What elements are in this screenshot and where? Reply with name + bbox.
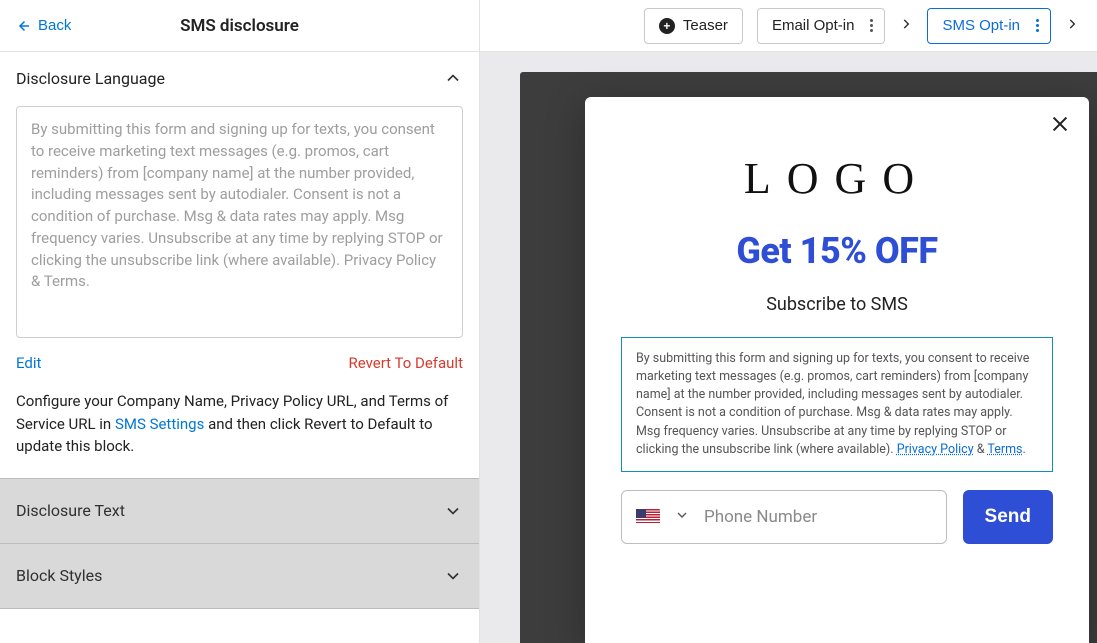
step-teaser-button[interactable]: + Teaser — [644, 8, 743, 44]
section-title: Block Styles — [16, 566, 102, 585]
step-sms-optin-button[interactable]: SMS Opt-in — [927, 8, 1051, 44]
preview-panel: + Teaser Email Opt-in SMS Opt-in LOGO — [480, 0, 1097, 643]
terms-link[interactable]: Terms — [987, 442, 1022, 457]
popup-preview: LOGO Get 15% OFF Subscribe to SMS By sub… — [585, 97, 1089, 643]
chevron-down-icon — [443, 501, 463, 521]
settings-header: Back SMS disclosure — [0, 0, 479, 52]
ampersand: & — [974, 442, 988, 457]
popup-subhead: Subscribe to SMS — [766, 294, 908, 315]
back-button[interactable]: Back — [14, 17, 71, 35]
close-icon — [1049, 113, 1071, 135]
chevron-up-icon — [443, 68, 463, 88]
helper-text: Configure your Company Name, Privacy Pol… — [16, 390, 463, 458]
disclosure-textarea[interactable] — [16, 106, 463, 338]
popup-logo: LOGO — [744, 153, 930, 204]
preview-canvas: LOGO Get 15% OFF Subscribe to SMS By sub… — [480, 52, 1097, 643]
kebab-icon[interactable] — [1030, 19, 1036, 32]
chevron-right-icon — [899, 15, 913, 36]
send-button[interactable]: Send — [963, 490, 1053, 544]
step-email-optin-button[interactable]: Email Opt-in — [757, 8, 886, 44]
section-disclosure-language: Disclosure Language Edit Revert To Defau… — [0, 52, 479, 478]
flag-us-icon — [636, 509, 660, 525]
step-label: Teaser — [683, 17, 728, 34]
section-toggle-disclosure-language[interactable]: Disclosure Language — [16, 68, 463, 88]
back-label: Back — [38, 17, 71, 34]
popup-disclosure-box[interactable]: By submitting this form and signing up f… — [621, 337, 1053, 472]
arrow-left-icon — [14, 17, 32, 35]
settings-body: Disclosure Language Edit Revert To Defau… — [0, 52, 479, 643]
step-label: SMS Opt-in — [942, 17, 1020, 34]
chevron-down-icon — [443, 566, 463, 586]
form-stepper: + Teaser Email Opt-in SMS Opt-in — [480, 0, 1097, 52]
chevron-down-icon[interactable] — [674, 507, 690, 527]
step-label: Email Opt-in — [772, 17, 855, 34]
edit-link[interactable]: Edit — [16, 354, 41, 372]
section-toggle-disclosure-text[interactable]: Disclosure Text — [0, 478, 479, 543]
section-title: Disclosure Text — [16, 501, 125, 520]
page-title: SMS disclosure — [0, 16, 479, 36]
phone-placeholder: Phone Number — [704, 507, 932, 527]
phone-input[interactable]: Phone Number — [621, 490, 947, 544]
kebab-icon[interactable] — [864, 19, 870, 32]
revert-to-default-link[interactable]: Revert To Default — [348, 354, 463, 372]
sms-settings-link[interactable]: SMS Settings — [115, 415, 204, 433]
settings-panel: Back SMS disclosure Disclosure Language … — [0, 0, 480, 643]
section-title: Disclosure Language — [16, 69, 165, 88]
section-toggle-block-styles[interactable]: Block Styles — [0, 543, 479, 609]
popup-headline: Get 15% OFF — [736, 230, 937, 272]
plus-circle-icon: + — [659, 18, 675, 34]
chevron-right-icon — [1065, 15, 1079, 36]
close-button[interactable] — [1049, 113, 1071, 139]
period: . — [1023, 442, 1026, 457]
privacy-policy-link[interactable]: Privacy Policy — [897, 442, 974, 457]
